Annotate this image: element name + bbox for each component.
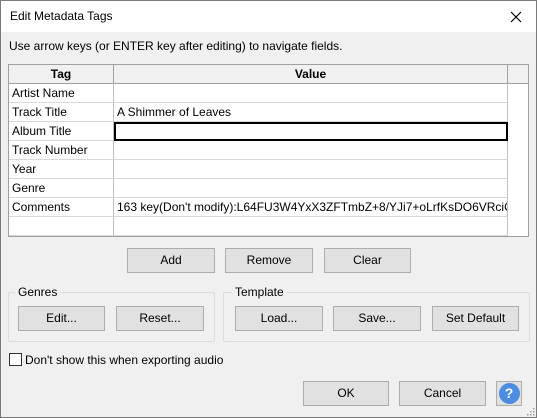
tag-cell[interactable]: Comments	[9, 198, 114, 217]
close-button[interactable]	[496, 1, 536, 32]
table-row: Artist Name	[9, 84, 508, 103]
value-cell[interactable]	[114, 160, 508, 179]
close-icon	[510, 11, 522, 22]
title-bar: Edit Metadata Tags	[1, 1, 536, 32]
resize-grip-icon[interactable]	[525, 406, 535, 416]
table-row: Year	[9, 160, 508, 179]
value-cell[interactable]	[114, 84, 508, 103]
help-icon: ?	[498, 383, 520, 404]
genres-reset-button[interactable]: Reset...	[116, 306, 204, 331]
table-row: Album Title	[9, 122, 508, 141]
table-row: Comments 163 key(Don't modify):L64FU3W4Y…	[9, 198, 508, 217]
help-button[interactable]: ?	[496, 381, 522, 406]
tag-cell[interactable]	[9, 217, 114, 236]
value-cell[interactable]: A Shimmer of Leaves	[114, 103, 508, 122]
add-button[interactable]: Add	[127, 248, 215, 273]
genres-edit-button[interactable]: Edit...	[18, 306, 105, 331]
template-save-button[interactable]: Save...	[333, 306, 421, 331]
value-cell[interactable]	[114, 179, 508, 198]
ok-button[interactable]: OK	[303, 381, 389, 406]
tag-cell[interactable]: Track Number	[9, 141, 114, 160]
table-row: Track Title A Shimmer of Leaves	[9, 103, 508, 122]
dont-show-checkbox[interactable]	[9, 353, 22, 366]
tag-cell[interactable]: Year	[9, 160, 114, 179]
value-cell-editing[interactable]	[114, 122, 508, 141]
value-cell[interactable]	[114, 217, 508, 236]
table-row: Track Number	[9, 141, 508, 160]
template-load-button[interactable]: Load...	[235, 306, 323, 331]
cancel-button[interactable]: Cancel	[399, 381, 486, 406]
clear-button[interactable]: Clear	[324, 248, 411, 273]
column-header-tag[interactable]: Tag	[9, 65, 114, 83]
template-set-default-button[interactable]: Set Default	[432, 306, 519, 331]
dont-show-label[interactable]: Don't show this when exporting audio	[25, 353, 223, 367]
instructions-text: Use arrow keys (or ENTER key after editi…	[9, 39, 343, 53]
tag-cell[interactable]: Genre	[9, 179, 114, 198]
value-cell[interactable]	[114, 141, 508, 160]
table-row	[9, 217, 508, 236]
tag-cell[interactable]: Artist Name	[9, 84, 114, 103]
remove-button[interactable]: Remove	[225, 248, 313, 273]
tag-cell[interactable]: Album Title	[9, 122, 114, 141]
tag-cell[interactable]: Track Title	[9, 103, 114, 122]
grid-header: Tag Value	[9, 65, 528, 84]
value-cell[interactable]: 163 key(Don't modify):L64FU3W4YxX3ZFTmbZ…	[114, 198, 508, 217]
metadata-grid: Tag Value Artist Name Track Title A Shim…	[8, 64, 529, 237]
genres-group-label: Genres	[15, 285, 61, 299]
template-group-label: Template	[232, 285, 287, 299]
dialog-title: Edit Metadata Tags	[10, 9, 113, 23]
column-header-value[interactable]: Value	[114, 65, 508, 83]
table-row: Genre	[9, 179, 508, 198]
edit-metadata-dialog: Edit Metadata Tags Use arrow keys (or EN…	[0, 0, 537, 418]
